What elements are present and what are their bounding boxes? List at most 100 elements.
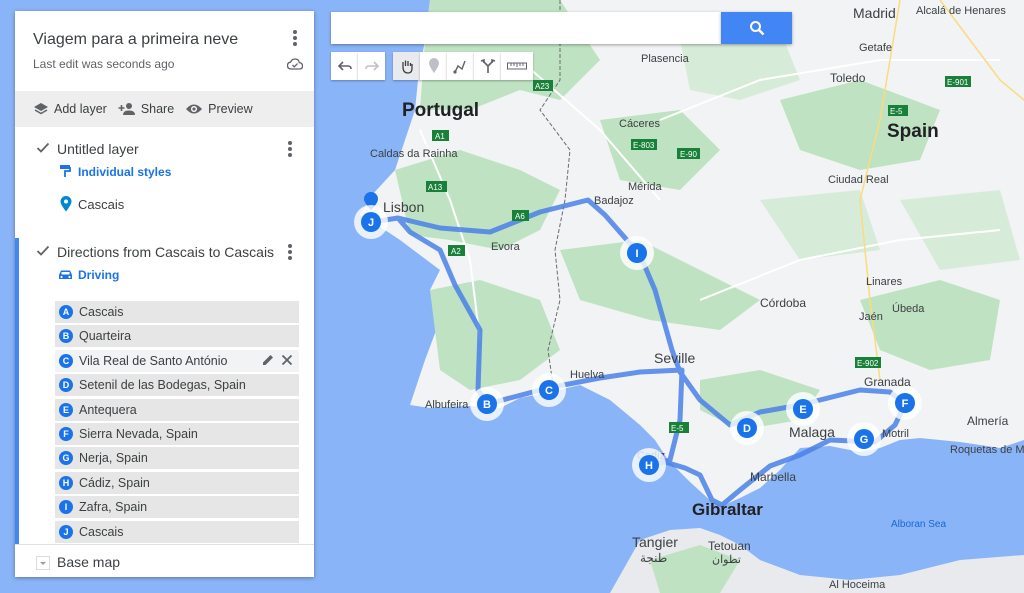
layer-directions: Directions from Cascais to Cascais Drivi… [15, 230, 314, 544]
layer1-options-icon[interactable] [287, 140, 293, 158]
hand-icon [401, 60, 413, 74]
travel-mode-driving[interactable]: Driving [78, 268, 119, 282]
search-input[interactable] [331, 12, 721, 44]
map-label-gibraltar: Gibraltar [692, 500, 763, 519]
remove-stop-icon[interactable] [280, 353, 294, 367]
map-label-motril: Motril [882, 428, 909, 440]
stop-letter-badge: H [59, 475, 73, 490]
search-button[interactable] [721, 12, 792, 44]
map-label-alcala: Alcalá de Henares [916, 5, 1006, 17]
map-label-toledo: Toledo [830, 71, 866, 85]
map-label-roquetas: Roquetas de Mar [950, 444, 1024, 456]
pan-tool-button[interactable] [393, 52, 420, 80]
map-label-evora: Evora [491, 241, 521, 253]
route-stop-row[interactable]: A Cascais [55, 301, 299, 323]
redo-button[interactable] [358, 52, 385, 80]
stop-letter-badge: D [59, 378, 73, 393]
route-stop-row[interactable]: J Cascais [55, 520, 299, 543]
stop-name: Cádiz, Spain [79, 475, 150, 490]
stop-name: Sierra Nevada, Spain [79, 427, 198, 441]
map-label-albufeira: Albufeira [425, 399, 469, 411]
stop-marker-letter: C [545, 385, 553, 397]
map-label-madrid: Madrid [853, 5, 896, 21]
stop-letter-badge: I [59, 500, 73, 515]
edit-stop-icon[interactable] [261, 353, 275, 367]
road-a13: A13 [428, 183, 443, 192]
draw-line-icon [452, 60, 466, 74]
layer1-visibility-checkbox[interactable] [36, 141, 50, 155]
stop-marker-letter: D [743, 423, 751, 435]
map-label-tangier-ar: طنجة [640, 551, 667, 565]
undo-button[interactable] [331, 52, 358, 80]
draw-line-button[interactable] [447, 52, 474, 80]
stop-name: Nerja, Spain [79, 451, 148, 466]
base-map-section[interactable]: Base map [15, 544, 314, 577]
road-e5: E-5 [890, 107, 903, 116]
preview-label: Preview [208, 102, 253, 116]
base-map-label: Base map [57, 554, 121, 570]
map-label-ubeda: Úbeda [892, 302, 925, 315]
road-a2: A2 [451, 247, 461, 256]
add-layer-button[interactable]: Add layer [33, 102, 107, 116]
stop-letter-badge: A [59, 305, 73, 319]
layer-untitled: Untitled layer Individual styles Cascais [15, 127, 314, 230]
layers-icon [34, 103, 48, 115]
last-edit-status: Last edit was seconds ago [33, 57, 175, 71]
route-stop-row[interactable]: E Antequera [55, 398, 299, 421]
map-label-jaen: Jaén [859, 311, 883, 323]
stop-name: Antequera [79, 402, 137, 417]
map-label-huelva: Huelva [570, 369, 605, 381]
share-button[interactable]: Share [118, 102, 174, 116]
route-stop-row[interactable]: G Nerja, Spain [55, 447, 299, 470]
more-options-icon[interactable] [292, 29, 298, 47]
stop-letter-badge: G [59, 451, 73, 466]
route-stop-row[interactable]: C Vila Real de Santo António [55, 349, 299, 372]
place-cascais[interactable]: Cascais [78, 197, 124, 212]
map-label-spain: Spain [887, 121, 939, 142]
map-label-merida: Mérida [628, 181, 663, 193]
individual-styles-link[interactable]: Individual styles [78, 165, 171, 179]
panel-header: Viagem para a primeira neve Last edit wa… [15, 11, 314, 91]
map-label-tetouan-ar: تطوان [712, 554, 741, 566]
map-label-marbella: Marbella [750, 470, 796, 484]
panel-toolbar: Add layer Share Preview [15, 91, 314, 127]
map-label-badajoz: Badajoz [594, 195, 634, 207]
stop-name: Vila Real de Santo António [79, 353, 228, 368]
route-stop-row[interactable]: B Quarteira [55, 325, 299, 348]
map-label-seville: Seville [654, 350, 695, 366]
add-marker-button[interactable] [420, 52, 447, 80]
route-stop-row[interactable]: I Zafra, Spain [55, 496, 299, 519]
layer2-options-icon[interactable] [287, 243, 293, 261]
dropdown-arrow-icon [36, 556, 50, 570]
share-label: Share [140, 102, 175, 116]
paint-roller-icon [60, 165, 71, 177]
stop-letter-badge: F [59, 427, 73, 441]
map-editor-panel: Viagem para a primeira neve Last edit wa… [15, 11, 314, 577]
preview-button[interactable]: Preview [185, 102, 253, 116]
add-directions-button[interactable] [474, 52, 501, 80]
map-title[interactable]: Viagem para a primeira neve [33, 31, 238, 49]
marker-icon [428, 58, 439, 73]
map-label-portugal: Portugal [402, 100, 479, 121]
selected-layer-accent [15, 238, 19, 544]
map-label-tetouan: Tetouan [708, 539, 751, 553]
layer2-title[interactable]: Directions from Cascais to Cascais [57, 244, 274, 260]
route-stop-row[interactable]: F Sierra Nevada, Spain [55, 423, 299, 445]
add-layer-label: Add layer [54, 102, 107, 116]
route-stop-row[interactable]: H Cádiz, Spain [55, 471, 299, 494]
measure-button[interactable] [501, 52, 533, 80]
map-label-almeria: Almería [967, 414, 1009, 428]
stop-marker-letter: J [368, 217, 374, 229]
road-e803: E-803 [633, 141, 655, 150]
map-label-alhoceima: Al Hoceima [829, 579, 886, 591]
layer1-title[interactable]: Untitled layer [57, 141, 139, 157]
map-label-plasencia: Plasencia [641, 53, 690, 65]
search-icon [749, 21, 764, 36]
stop-marker-letter: B [483, 399, 491, 411]
map-label-caldas: Caldas da Rainha [370, 148, 458, 160]
route-stop-row[interactable]: D Setenil de las Bodegas, Spain [55, 374, 299, 397]
add-person-icon [118, 103, 135, 115]
place-pin-icon [60, 196, 72, 212]
stop-marker-letter: I [635, 248, 638, 260]
layer2-visibility-checkbox[interactable] [36, 244, 50, 258]
